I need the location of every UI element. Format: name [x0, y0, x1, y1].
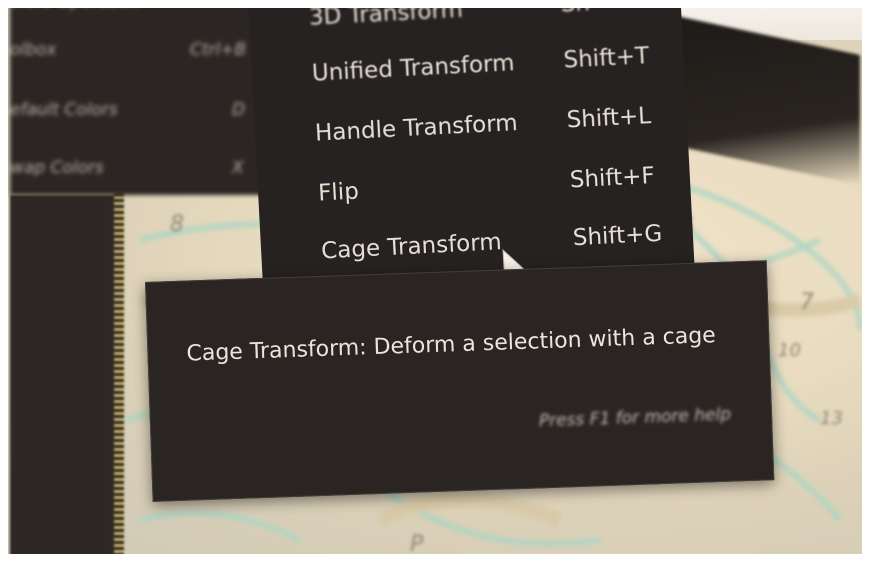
screen-photo: 8 6 7 10 13 K P olors Operation olbox Ct… [0, 0, 870, 562]
menu-item-label: Handle Transform [314, 110, 519, 147]
menu-item-3d-transform[interactable]: 3D Transform Sh [308, 0, 679, 43]
tools-menu: olors Operation olbox Ctrl+B efault Colo… [10, 0, 270, 195]
menu-item-label: 3D Transform [308, 0, 464, 31]
menu-item-shortcut: Shift+L [566, 103, 652, 134]
menu-item-label: olors Operation [10, 0, 142, 12]
menu-item-shortcut: Shift+T [562, 43, 650, 74]
toolbox-panel [10, 195, 120, 562]
menu-item-shortcut: D [232, 100, 246, 120]
tooltip-text: Cage Transform: Deform a selection with … [186, 323, 717, 367]
menu-item-flip[interactable]: Flip Shift+F [318, 161, 689, 218]
menu-item-toolbox[interactable]: olbox Ctrl+B [10, 40, 260, 68]
menu-item-label: Flip [317, 178, 360, 207]
menu-item-label: Unified Transform [311, 50, 516, 87]
menu-item-shortcut: X [232, 158, 244, 178]
canvas-glyph: 10 [778, 340, 801, 361]
menu-item-swap-colors[interactable]: wap Colors X [10, 158, 260, 186]
menu-item-shortcut: Ctrl+B [190, 40, 247, 60]
menu-item-unified-transform[interactable]: Unified Transform Shift+T [311, 41, 682, 98]
tooltip-help-hint: Press F1 for more help [538, 404, 732, 432]
menu-item-label: wap Colors [10, 158, 104, 178]
menu-item-shortcut: Shift+F [569, 162, 656, 194]
menu-item-default-colors[interactable]: efault Colors D [10, 100, 260, 128]
menu-item-shortcut: Sh [559, 0, 591, 18]
menu-item-label: olbox [10, 40, 57, 60]
canvas-boundary [114, 190, 124, 562]
canvas-glyph: P [410, 532, 424, 557]
tooltip: Cage Transform: Deform a selection with … [145, 260, 775, 502]
menu-item[interactable]: olors Operation [10, 0, 260, 20]
canvas-glyph: 13 [820, 408, 843, 429]
menu-item-shortcut: Shift+G [572, 220, 663, 252]
menu-item-label: Cage Transform [320, 229, 503, 265]
menu-item-handle-transform[interactable]: Handle Transform Shift+L [314, 101, 685, 158]
canvas-glyph: 7 [800, 290, 814, 315]
transform-submenu: 3D Transform Sh Unified Transform Shift+… [248, 0, 696, 300]
menu-item-label: efault Colors [10, 100, 118, 120]
canvas-glyph: 8 [170, 212, 184, 237]
